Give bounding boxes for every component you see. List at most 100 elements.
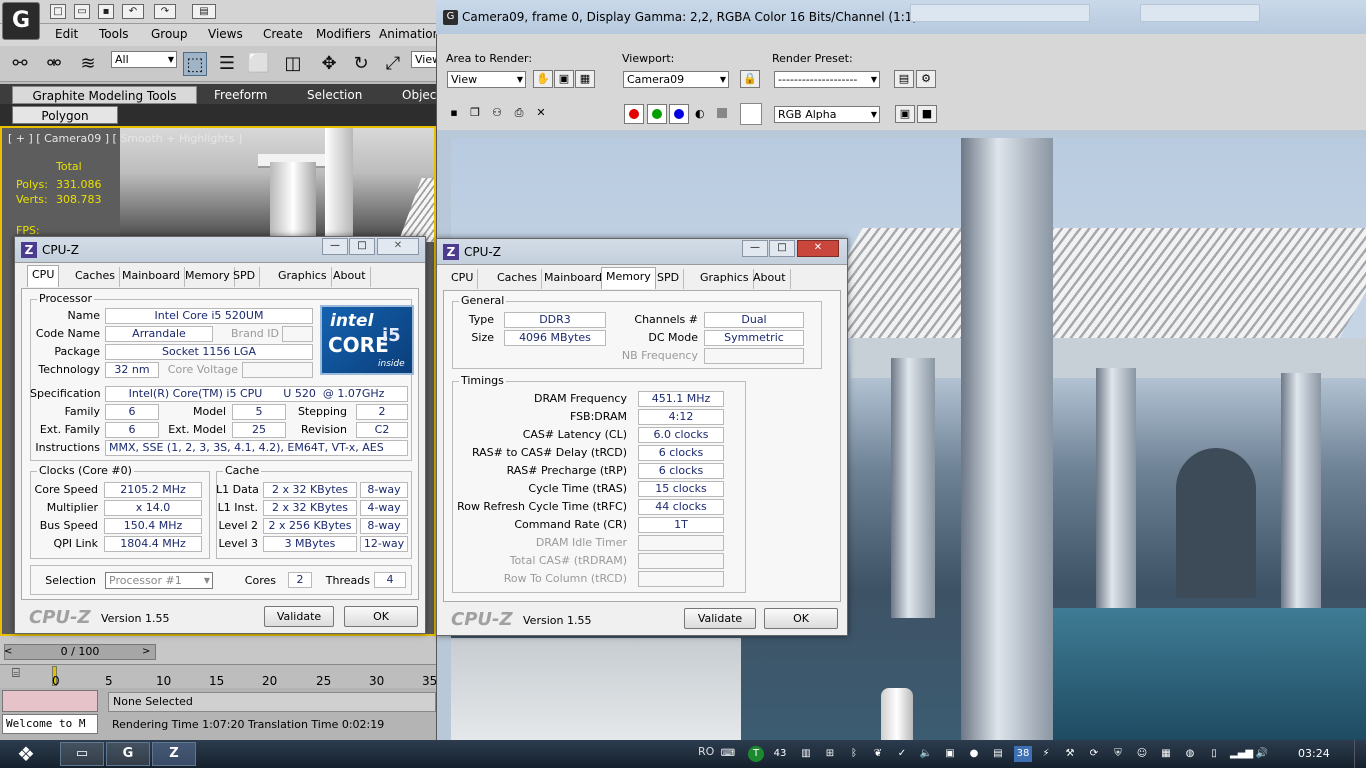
close-icon[interactable]: ✕ (377, 238, 419, 255)
tab-about[interactable]: About (329, 267, 371, 287)
tray-lightning-icon[interactable]: ⚡ (1038, 746, 1054, 762)
maximize-icon[interactable]: □ (349, 238, 375, 255)
tray-network-icon[interactable]: ⊞ (822, 746, 838, 762)
polygon-modeling-panel[interactable]: Polygon Modeling (12, 106, 118, 141)
monochrome-icon[interactable] (717, 108, 727, 118)
explorer-taskbar-icon[interactable]: ▭ (60, 742, 104, 766)
processor-selection-dropdown[interactable]: Processor #1 ▼ (105, 572, 213, 589)
link-icon[interactable]: ⚯ (8, 52, 32, 76)
clear-icon[interactable]: ✕ (531, 105, 551, 123)
cpuz-taskbar-button[interactable]: Z (152, 742, 196, 766)
tray-gpu-icon[interactable]: ▦ (1158, 746, 1174, 762)
menu-animation[interactable]: Animation (379, 27, 440, 41)
area-to-render-dropdown[interactable]: View ▼ (447, 71, 526, 88)
start-button-icon[interactable]: ❖ (4, 740, 48, 768)
ok-button[interactable]: OK (344, 606, 418, 627)
swatch-color[interactable] (740, 103, 762, 125)
clock[interactable]: 03:24 (1298, 747, 1330, 760)
tray-check-icon[interactable]: ✓ (894, 746, 910, 762)
tray-globe-icon[interactable]: ◍ (1182, 746, 1198, 762)
tray-user-icon[interactable]: ☺ (1134, 746, 1150, 762)
menu-edit[interactable]: Edit (55, 27, 78, 41)
tray-chart-icon[interactable]: ▥ (798, 746, 814, 762)
minimize-icon[interactable]: — (322, 238, 348, 255)
tray-tool-icon[interactable]: ⚒ (1062, 746, 1078, 762)
maximize-icon[interactable]: □ (769, 240, 795, 257)
rectangular-selection-icon[interactable]: ⬜ (247, 52, 271, 76)
viewport-dropdown[interactable]: Camera09 ▼ (623, 71, 729, 88)
move-icon[interactable]: ✥ (317, 52, 341, 76)
open-file-icon[interactable]: ▭ (74, 4, 90, 19)
menu-modifiers[interactable]: Modifiers (316, 27, 371, 41)
language-indicator[interactable]: RO (698, 745, 714, 758)
menu-tools[interactable]: Tools (99, 27, 129, 41)
render-setup-icon[interactable]: ▤ (894, 70, 914, 88)
tab-cpu[interactable]: CPU (447, 269, 479, 289)
tab-spd[interactable]: SPD (653, 269, 685, 289)
lock-icon[interactable]: 🔒 (740, 70, 760, 88)
slider-prev-icon[interactable]: < (4, 644, 16, 660)
red-channel-button[interactable] (624, 104, 644, 124)
print-image-icon[interactable]: ⎙ (509, 105, 529, 123)
unlink-icon[interactable]: ⚮ (42, 52, 66, 76)
tab-graphite-modeling-tools[interactable]: Graphite Modeling Tools (12, 86, 197, 104)
validate-button[interactable]: Validate (684, 608, 756, 629)
tray-app-icon[interactable]: T (748, 746, 764, 762)
tray-leaf-icon[interactable]: ❦ (870, 746, 886, 762)
menu-views[interactable]: Views (208, 27, 243, 41)
wifi-signal-icon[interactable]: ▂▄▆ (1230, 746, 1253, 762)
tray-orange-icon[interactable]: ● (966, 746, 982, 762)
tab-mainboard[interactable]: Mainboard (118, 267, 186, 287)
tab-memory[interactable]: Memory (601, 267, 656, 289)
ok-button[interactable]: OK (764, 608, 838, 629)
tab-cpu[interactable]: CPU (27, 265, 60, 287)
project-folder-icon[interactable]: ▤ (192, 4, 216, 19)
tab-memory[interactable]: Memory (181, 267, 235, 287)
render-preset-dropdown[interactable]: -------------------- ▼ (774, 71, 880, 88)
select-by-name-icon[interactable]: ☰ (215, 52, 239, 76)
max-app-logo[interactable]: G (2, 2, 40, 40)
menu-create[interactable]: Create (263, 27, 303, 41)
channel-display-dropdown[interactable]: RGB Alpha ▼ (774, 106, 880, 123)
tray-monitor-icon[interactable]: ▣ (942, 746, 958, 762)
close-icon[interactable]: ✕ (797, 240, 839, 257)
green-channel-button[interactable] (647, 104, 667, 124)
slider-next-icon[interactable]: > (142, 644, 154, 660)
speaker-icon[interactable]: 🔈 (918, 746, 934, 762)
tab-mainboard[interactable]: Mainboard (540, 269, 608, 289)
bluetooth-icon[interactable]: ᛒ (846, 746, 862, 762)
select-object-icon[interactable]: ⬚ (183, 52, 207, 76)
tab-caches[interactable]: Caches (493, 269, 542, 289)
tray-refresh-icon[interactable]: ⟳ (1086, 746, 1102, 762)
undo-icon[interactable]: ↶ (122, 4, 144, 19)
tray-clipboard-icon[interactable]: ▯ (1206, 746, 1222, 762)
time-slider[interactable]: 0 / 100 (4, 644, 156, 660)
tab-selection[interactable]: Selection (307, 86, 362, 104)
menu-group[interactable]: Group (151, 27, 188, 41)
save-icon[interactable]: ▪ (98, 4, 114, 19)
volume-icon[interactable]: 🔊 (1254, 746, 1270, 762)
save-image-icon[interactable]: ▪ (444, 105, 464, 123)
selection-filter-dropdown[interactable]: All ▼ (111, 51, 177, 68)
tab-caches[interactable]: Caches (71, 267, 120, 287)
maxscript-input[interactable]: Welcome to M (2, 714, 98, 734)
rotate-icon[interactable]: ↻ (349, 52, 373, 76)
show-desktop-button[interactable] (1354, 740, 1366, 768)
minimize-icon[interactable]: — (742, 240, 768, 257)
environment-icon[interactable]: ⚙ (916, 70, 936, 88)
edit-region-icon[interactable]: ✋ (533, 70, 553, 88)
keyboard-icon[interactable]: ⌨ (720, 746, 736, 762)
curve-editor-icon[interactable]: ⌸ (12, 666, 32, 682)
tray-device-icon[interactable]: ▤ (990, 746, 1006, 762)
crop-region-icon[interactable]: ▦ (575, 70, 595, 88)
tab-graphics[interactable]: Graphics (696, 269, 754, 289)
alpha-channel-icon[interactable]: ◐ (695, 107, 707, 120)
viewport-label[interactable]: [ + ] [ Camera09 ] [ Smooth + Highlights… (8, 132, 242, 145)
toggle-ui-icon[interactable]: ■ (917, 105, 937, 123)
blue-channel-button[interactable] (669, 104, 689, 124)
new-file-icon[interactable]: □ (50, 4, 66, 19)
redo-icon[interactable]: ↷ (154, 4, 176, 19)
maxscript-listener-mini[interactable] (2, 690, 98, 712)
tab-freeform[interactable]: Freeform (214, 86, 267, 104)
toggle-ui-overlay-icon[interactable]: ▣ (895, 105, 915, 123)
